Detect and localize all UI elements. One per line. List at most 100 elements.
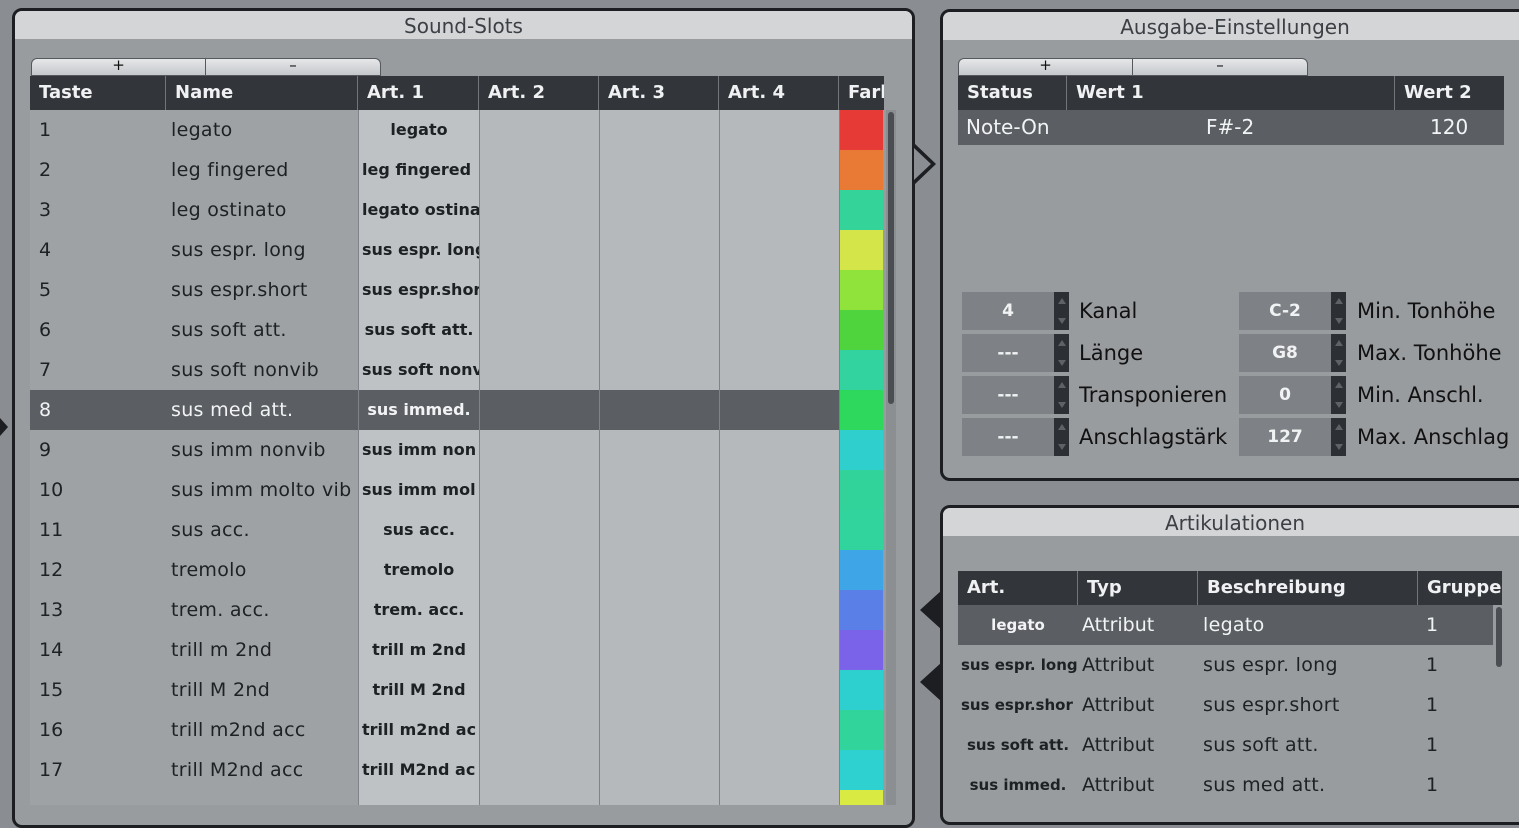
slot-color-swatch[interactable] bbox=[839, 590, 883, 630]
slot-articulation-2[interactable] bbox=[479, 110, 599, 150]
slot-color-swatch[interactable] bbox=[839, 390, 883, 430]
slot-articulation-3[interactable] bbox=[599, 750, 719, 790]
slot-row[interactable]: 17 trill M2nd acc trill M2nd ac bbox=[30, 750, 884, 790]
slot-articulation-2[interactable] bbox=[479, 190, 599, 230]
velocity-spinner[interactable] bbox=[1054, 418, 1069, 456]
slot-articulation-1[interactable]: legato bbox=[358, 110, 479, 150]
slot-articulation-4[interactable] bbox=[719, 750, 839, 790]
slot-name[interactable]: sus imm nonvib bbox=[166, 430, 358, 470]
slot-color-swatch[interactable] bbox=[839, 510, 883, 550]
slot-articulation-1[interactable]: trill M 2nd bbox=[358, 670, 479, 710]
slot-articulation-4[interactable] bbox=[719, 390, 839, 430]
articulation-type[interactable]: Attribut bbox=[1078, 725, 1198, 765]
slot-articulation-4[interactable] bbox=[719, 590, 839, 630]
slot-name[interactable]: sus soft nonvib bbox=[166, 350, 358, 390]
column-header-beschreibung[interactable]: Beschreibung bbox=[1198, 571, 1418, 605]
slot-articulation-1[interactable]: sus imm non bbox=[358, 430, 479, 470]
add-slot-button[interactable]: + bbox=[31, 58, 206, 76]
articulation-description[interactable]: sus soft att. bbox=[1198, 725, 1418, 765]
slot-name[interactable]: trill m2nd acc bbox=[166, 710, 358, 750]
slot-articulation-4[interactable] bbox=[719, 790, 839, 805]
slot-row[interactable]: 10 sus imm molto vib sus imm mol bbox=[30, 470, 884, 510]
articulation-name[interactable]: sus espr. long bbox=[958, 645, 1078, 685]
length-field[interactable]: --- bbox=[962, 334, 1054, 372]
articulations-scrollbar[interactable] bbox=[1494, 605, 1504, 815]
slot-articulation-4[interactable] bbox=[719, 110, 839, 150]
slot-articulation-3[interactable] bbox=[599, 550, 719, 590]
slot-key[interactable]: 11 bbox=[30, 510, 166, 550]
slot-articulation-4[interactable] bbox=[719, 310, 839, 350]
slot-articulation-4[interactable] bbox=[719, 670, 839, 710]
sound-slots-scroll-thumb[interactable] bbox=[888, 112, 894, 404]
column-header-wert1[interactable]: Wert 1 bbox=[1067, 76, 1395, 110]
column-header-typ[interactable]: Typ bbox=[1078, 571, 1198, 605]
slot-name[interactable]: leg ostinato bbox=[166, 190, 358, 230]
max-velocity-spinner[interactable] bbox=[1331, 418, 1346, 456]
articulation-description[interactable]: legato bbox=[1198, 605, 1418, 645]
slot-articulation-2[interactable] bbox=[479, 350, 599, 390]
articulation-description[interactable]: sus med att. bbox=[1198, 765, 1418, 805]
slot-key[interactable]: 3 bbox=[30, 190, 166, 230]
slot-articulation-1[interactable]: trem. acc. bbox=[358, 590, 479, 630]
slot-color-swatch[interactable] bbox=[839, 790, 883, 805]
articulation-name[interactable]: sus espr.shor bbox=[958, 685, 1078, 725]
min-velocity-field[interactable]: 0 bbox=[1239, 376, 1331, 414]
remove-slot-button[interactable]: – bbox=[206, 58, 381, 76]
articulation-group[interactable]: 1 bbox=[1418, 605, 1493, 645]
max-pitch-spinner[interactable] bbox=[1331, 334, 1346, 372]
slot-key[interactable]: 10 bbox=[30, 470, 166, 510]
slot-key[interactable]: 14 bbox=[30, 630, 166, 670]
max-velocity-field[interactable]: 127 bbox=[1239, 418, 1331, 456]
slot-color-swatch[interactable] bbox=[839, 270, 883, 310]
remove-output-button[interactable]: – bbox=[1133, 58, 1308, 76]
slot-articulation-3[interactable] bbox=[599, 630, 719, 670]
slot-articulation-1[interactable]: legato ostina bbox=[358, 190, 479, 230]
slot-articulation-1[interactable]: sus espr. long bbox=[358, 230, 479, 270]
slot-articulation-2[interactable] bbox=[479, 150, 599, 190]
slot-row[interactable]: 6 sus soft att. sus soft att. bbox=[30, 310, 884, 350]
slot-color-swatch[interactable] bbox=[839, 550, 883, 590]
slot-row[interactable]: 11 sus acc. sus acc. bbox=[30, 510, 884, 550]
length-spinner[interactable] bbox=[1054, 334, 1069, 372]
slot-name[interactable]: trem. acc. bbox=[166, 590, 358, 630]
column-header-art1[interactable]: Art. 1 bbox=[358, 76, 479, 110]
min-pitch-field[interactable]: C-2 bbox=[1239, 292, 1331, 330]
slot-name[interactable]: sus acc. bbox=[166, 510, 358, 550]
slot-articulation-3[interactable] bbox=[599, 190, 719, 230]
slot-key[interactable]: 16 bbox=[30, 710, 166, 750]
articulation-row[interactable]: sus immed. Attribut sus med att. 1 bbox=[958, 765, 1493, 805]
slot-articulation-1[interactable]: sus acc. bbox=[358, 510, 479, 550]
slot-articulation-1[interactable]: leg fingered bbox=[358, 150, 479, 190]
slot-articulation-1[interactable]: trill M2nd ac bbox=[358, 750, 479, 790]
articulation-description[interactable]: sus espr.short bbox=[1198, 685, 1418, 725]
slot-articulation-3[interactable] bbox=[599, 470, 719, 510]
slot-articulation-2[interactable] bbox=[479, 390, 599, 430]
articulation-type[interactable]: Attribut bbox=[1078, 765, 1198, 805]
slot-articulation-1[interactable]: sus espr.shor bbox=[358, 270, 479, 310]
slot-articulation-4[interactable] bbox=[719, 190, 839, 230]
articulation-name[interactable]: legato bbox=[958, 605, 1078, 645]
slot-color-swatch[interactable] bbox=[839, 750, 883, 790]
articulation-name[interactable]: sus immed. bbox=[958, 765, 1078, 805]
slot-articulation-1[interactable] bbox=[358, 790, 479, 805]
slot-articulation-3[interactable] bbox=[599, 270, 719, 310]
slot-articulation-1[interactable]: tremolo bbox=[358, 550, 479, 590]
slot-articulation-3[interactable] bbox=[599, 390, 719, 430]
articulation-group[interactable]: 1 bbox=[1418, 645, 1493, 685]
slot-key[interactable]: 13 bbox=[30, 590, 166, 630]
slot-color-swatch[interactable] bbox=[839, 710, 883, 750]
articulation-group[interactable]: 1 bbox=[1418, 765, 1493, 805]
articulation-row[interactable]: sus espr. long Attribut sus espr. long 1 bbox=[958, 645, 1493, 685]
transpose-field[interactable]: --- bbox=[962, 376, 1054, 414]
velocity-field[interactable]: --- bbox=[962, 418, 1054, 456]
slot-row[interactable]: 1 legato legato bbox=[30, 110, 884, 150]
slot-articulation-4[interactable] bbox=[719, 630, 839, 670]
column-header-wert2[interactable]: Wert 2 bbox=[1395, 76, 1504, 110]
articulation-row[interactable]: legato Attribut legato 1 bbox=[958, 605, 1493, 645]
slot-color-swatch[interactable] bbox=[839, 190, 883, 230]
articulation-description[interactable]: sus espr. long bbox=[1198, 645, 1418, 685]
slot-articulation-4[interactable] bbox=[719, 710, 839, 750]
slot-articulation-3[interactable] bbox=[599, 670, 719, 710]
slot-row[interactable]: 13 trem. acc. trem. acc. bbox=[30, 590, 884, 630]
slot-articulation-3[interactable] bbox=[599, 710, 719, 750]
